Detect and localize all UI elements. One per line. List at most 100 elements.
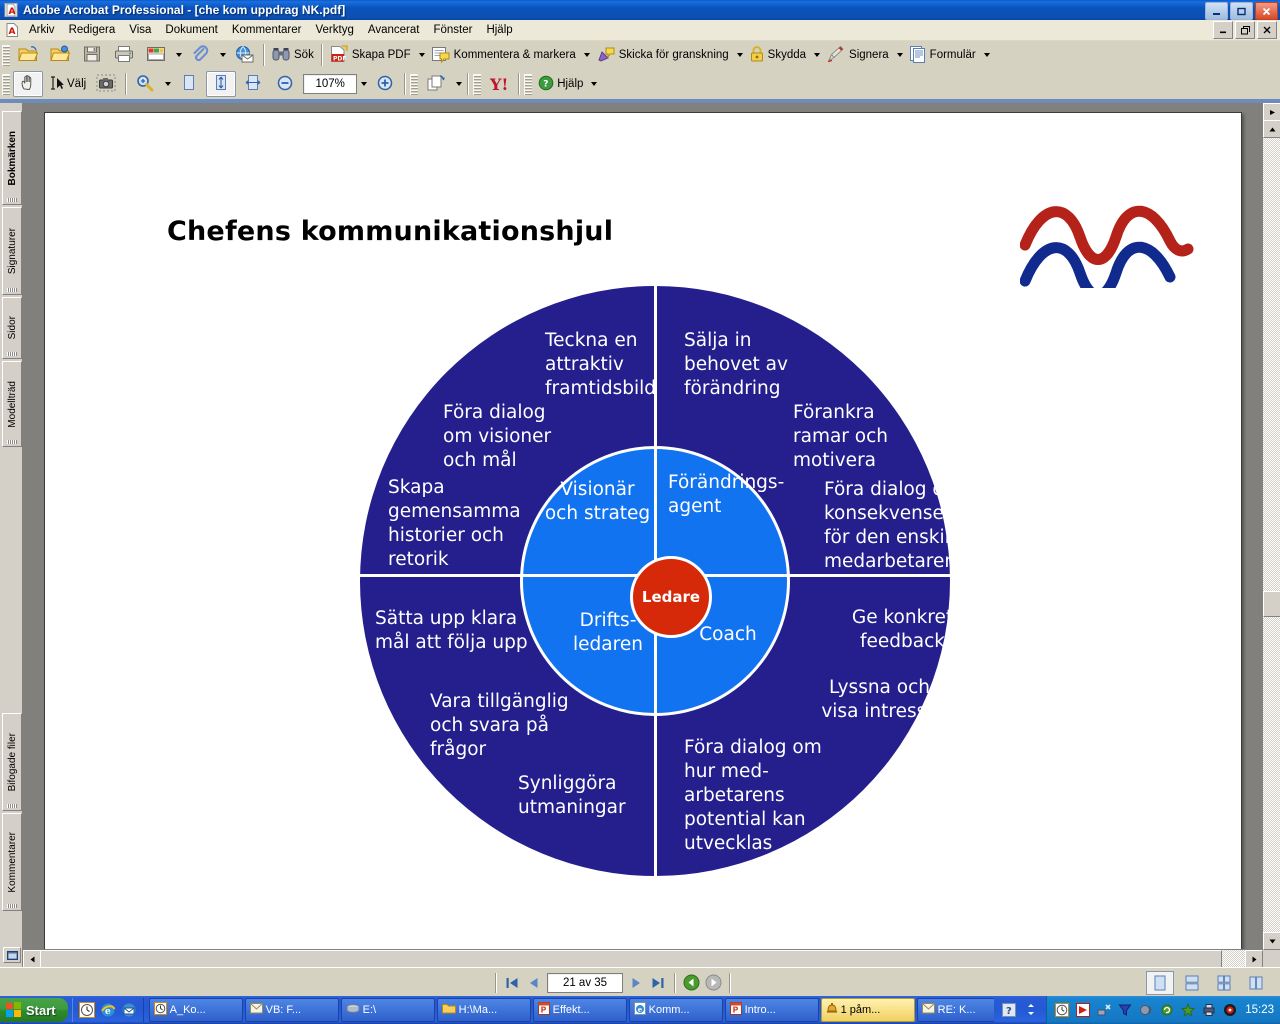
scroll-left-button[interactable] bbox=[23, 950, 41, 968]
help-caret[interactable] bbox=[591, 82, 598, 86]
save-button[interactable] bbox=[77, 42, 107, 68]
taskbar-item-effekt[interactable]: P Effekt... bbox=[532, 998, 627, 1022]
menu-item-kommentarer[interactable]: Kommentarer bbox=[225, 22, 309, 38]
last-page-button[interactable] bbox=[647, 973, 669, 993]
clock-icon[interactable] bbox=[78, 1001, 96, 1019]
menu-item-hjalp[interactable]: Hjälp bbox=[479, 22, 519, 38]
show-hide-navpane-button[interactable] bbox=[3, 947, 21, 963]
rotate-page-button[interactable] bbox=[421, 71, 451, 97]
maximize-button[interactable] bbox=[1230, 2, 1253, 20]
mdi-minimize-button[interactable] bbox=[1213, 21, 1233, 39]
print-button[interactable] bbox=[109, 42, 139, 68]
zoom-level-input[interactable]: 107% bbox=[303, 74, 358, 94]
previous-view-button[interactable] bbox=[680, 973, 702, 993]
start-button[interactable]: Start bbox=[0, 998, 68, 1022]
media-icon[interactable] bbox=[1074, 1001, 1092, 1019]
taskbar-item-h-ma[interactable]: H:\Ma... bbox=[436, 998, 531, 1022]
page-number-input[interactable]: 21 av 35 bbox=[547, 972, 623, 993]
menu-item-dokument[interactable]: Dokument bbox=[158, 22, 224, 38]
send-for-review-caret[interactable] bbox=[736, 53, 743, 57]
comment-markup-caret[interactable] bbox=[583, 53, 590, 57]
tray-expand-icon[interactable] bbox=[1022, 1001, 1040, 1019]
taskbar-item-reminder[interactable]: 1 påm... bbox=[820, 998, 915, 1022]
network-icon[interactable] bbox=[1095, 1001, 1113, 1019]
sidebar-tab-bifogade-filer[interactable]: Bifogade filer bbox=[2, 713, 22, 811]
zoom-out-button[interactable] bbox=[270, 71, 300, 97]
help-toolbar-grip[interactable] bbox=[524, 73, 533, 95]
organizer-button[interactable] bbox=[141, 42, 171, 68]
horizontal-scrollbar[interactable] bbox=[23, 949, 1263, 968]
menu-item-visa[interactable]: Visa bbox=[122, 22, 158, 38]
minimize-button[interactable] bbox=[1205, 2, 1228, 20]
toolbar-grip[interactable] bbox=[2, 44, 10, 66]
horizontal-scroll-thumb[interactable] bbox=[40, 950, 1222, 968]
menu-item-verktyg[interactable]: Verktyg bbox=[309, 22, 361, 38]
menu-item-redigera[interactable]: Redigera bbox=[62, 22, 123, 38]
sidebar-tab-sidor[interactable]: Sidor bbox=[2, 297, 22, 359]
fit-width-button[interactable] bbox=[238, 71, 268, 97]
select-tool-button[interactable]: Välj bbox=[45, 71, 89, 97]
vertical-scroll-thumb[interactable] bbox=[1263, 591, 1280, 617]
next-page-button[interactable] bbox=[625, 973, 647, 993]
close-button[interactable] bbox=[1255, 2, 1278, 20]
volume-icon[interactable] bbox=[1137, 1001, 1155, 1019]
star-icon[interactable] bbox=[1179, 1001, 1197, 1019]
taskbar-item-vb-f[interactable]: VB: F... bbox=[244, 998, 339, 1022]
open-web-pdf-button[interactable] bbox=[45, 42, 75, 68]
create-pdf-button[interactable]: PDF Skapa PDF bbox=[326, 42, 414, 68]
fit-page-button[interactable] bbox=[206, 71, 237, 97]
outlook-express-icon[interactable] bbox=[120, 1001, 138, 1019]
vertical-scrollbar[interactable] bbox=[1262, 103, 1280, 950]
create-pdf-caret[interactable] bbox=[418, 53, 425, 57]
zoom-tool-caret[interactable] bbox=[165, 82, 172, 86]
help-button[interactable]: ? Hjälp bbox=[535, 71, 586, 97]
mdi-restore-button[interactable] bbox=[1235, 21, 1255, 39]
menu-item-arkiv[interactable]: Arkiv bbox=[22, 22, 62, 38]
scroll-right-button[interactable] bbox=[1245, 950, 1263, 968]
taskbar-item-intro[interactable]: P Intro... bbox=[724, 998, 819, 1022]
rotate-toolbar-grip[interactable] bbox=[410, 73, 419, 95]
search-button[interactable]: Sök bbox=[268, 42, 317, 68]
secure-button[interactable]: Skydda bbox=[746, 42, 809, 68]
organizer-dropdown-caret[interactable] bbox=[176, 53, 182, 57]
sign-caret[interactable] bbox=[896, 53, 903, 57]
taskbar-item-komm[interactable]: e Komm... bbox=[628, 998, 723, 1022]
hand-tool-button[interactable] bbox=[13, 71, 43, 97]
taskbar-item-e-drive[interactable]: E:\ bbox=[340, 998, 435, 1022]
funnel-icon[interactable] bbox=[1116, 1001, 1134, 1019]
send-for-review-button[interactable]: Skicka för granskning bbox=[593, 42, 732, 68]
page-scroll-area[interactable]: Chefens kommunikationshjul Ledare Vision… bbox=[23, 103, 1263, 950]
taskbar-item-a-ko[interactable]: A_Ko... bbox=[148, 998, 243, 1022]
sidebar-tab-kommentarer[interactable]: Kommentarer bbox=[2, 813, 22, 911]
clock-tray-icon[interactable] bbox=[1053, 1001, 1071, 1019]
secure-caret[interactable] bbox=[814, 53, 821, 57]
snapshot-tool-button[interactable] bbox=[91, 71, 121, 97]
scroll-down-button[interactable] bbox=[1263, 932, 1280, 950]
menu-item-avancerat[interactable]: Avancerat bbox=[361, 22, 427, 38]
facing-view-button[interactable] bbox=[1210, 971, 1238, 995]
continuous-facing-view-button[interactable] bbox=[1242, 971, 1270, 995]
next-view-button[interactable] bbox=[702, 973, 724, 993]
single-page-view-button[interactable] bbox=[1146, 970, 1174, 995]
forms-button[interactable]: Formulär bbox=[906, 42, 979, 68]
open-file-button[interactable] bbox=[13, 42, 43, 68]
yahoo-search-button[interactable]: Y! bbox=[484, 71, 514, 97]
printer-tray-icon[interactable] bbox=[1200, 1001, 1218, 1019]
forms-caret[interactable] bbox=[983, 53, 990, 57]
sidebar-tab-signaturer[interactable]: Signaturer bbox=[2, 207, 22, 295]
zoom-in-button[interactable] bbox=[370, 71, 400, 97]
first-page-button[interactable] bbox=[501, 973, 523, 993]
scroll-prev-view-button[interactable] bbox=[1263, 103, 1280, 121]
target-icon[interactable] bbox=[1221, 1001, 1239, 1019]
view-toolbar-grip[interactable] bbox=[2, 73, 10, 95]
sidebar-tab-bokmarken[interactable]: Bokmärken bbox=[2, 111, 22, 205]
sync-icon[interactable] bbox=[1158, 1001, 1176, 1019]
continuous-view-button[interactable] bbox=[1178, 971, 1206, 995]
tray-clock[interactable]: 15:23 bbox=[1245, 1004, 1274, 1016]
help-tray-icon[interactable]: ? bbox=[1000, 1001, 1018, 1019]
sidebar-tab-modelltrad[interactable]: Modellträd bbox=[2, 361, 22, 447]
previous-page-button[interactable] bbox=[523, 973, 545, 993]
mdi-close-button[interactable] bbox=[1257, 21, 1277, 39]
scroll-up-button[interactable] bbox=[1263, 120, 1280, 138]
attach-file-button[interactable] bbox=[185, 42, 215, 68]
